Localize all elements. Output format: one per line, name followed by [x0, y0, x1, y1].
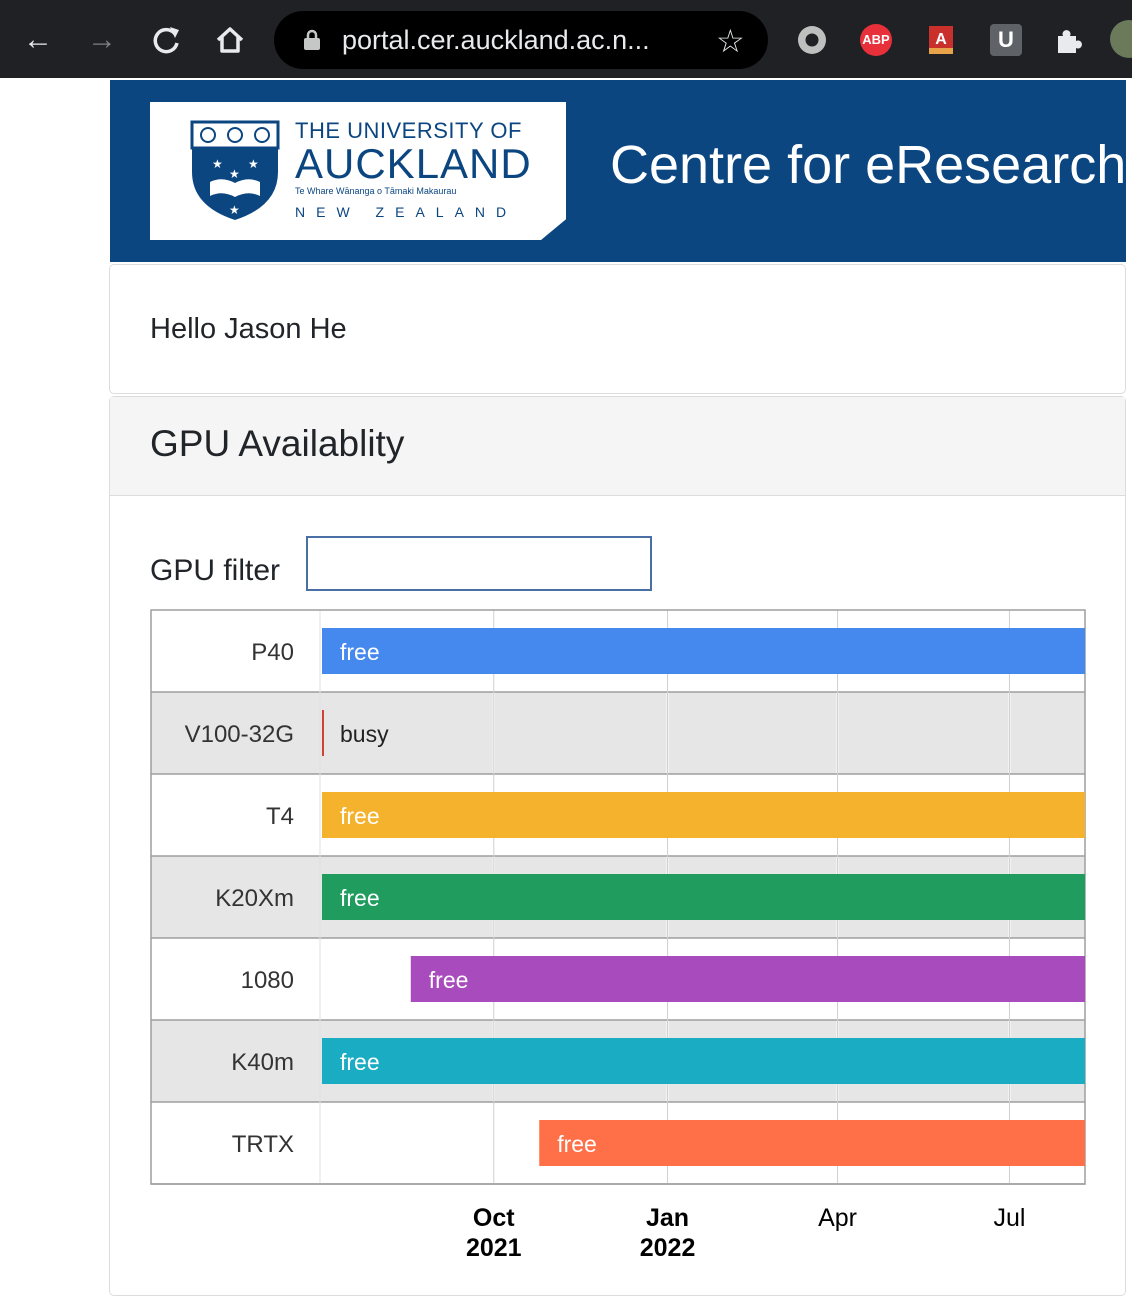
browser-toolbar: ← → portal.cer.auckland.ac.n... ☆ ABP A …: [0, 0, 1132, 78]
logo-line-4: NEW ZEALAND: [295, 204, 518, 220]
gpu-status-label: free: [340, 639, 380, 665]
profile-avatar[interactable]: [1110, 20, 1132, 58]
record-icon[interactable]: [796, 24, 828, 56]
gpu-status-label: free: [340, 1049, 380, 1075]
greeting-card: Hello Jason He: [109, 264, 1126, 394]
x-tick-label: Apr: [818, 1204, 857, 1232]
svg-text:★: ★: [248, 157, 259, 171]
x-tick-year-label: 2021: [466, 1234, 522, 1262]
gpu-filter-label: GPU filter: [150, 554, 281, 587]
gpu-status-label: free: [429, 967, 469, 993]
gpu-availability-bar[interactable]: [322, 874, 1085, 920]
x-tick-label: Jul: [993, 1204, 1025, 1232]
gpu-row-label: K40m: [231, 1049, 294, 1076]
gpu-availability-bar[interactable]: [322, 628, 1085, 674]
x-tick-label: Jan: [646, 1204, 689, 1232]
gpu-availability-bar[interactable]: [410, 956, 1085, 1002]
back-icon[interactable]: ←: [20, 22, 56, 58]
gpu-row-label: P40: [251, 639, 294, 666]
site-title: Centre for eResearch: [610, 135, 1126, 195]
svg-text:★: ★: [229, 203, 240, 217]
gpu-status-label: free: [340, 885, 380, 911]
home-icon[interactable]: [212, 22, 248, 58]
svg-text:★: ★: [229, 167, 240, 181]
university-crest-icon: ★ ★ ★ ★: [190, 120, 280, 220]
gpu-row-label: V100-32G: [185, 721, 294, 748]
greeting-text: Hello Jason He: [150, 313, 347, 345]
gpu-status-label: busy: [340, 721, 389, 747]
x-tick-year-label: 2022: [640, 1234, 696, 1262]
gpu-availability-bar[interactable]: [322, 710, 324, 756]
gpu-status-label: free: [340, 803, 380, 829]
gpu-availability-bar[interactable]: [322, 1038, 1085, 1084]
svg-text:★: ★: [212, 157, 223, 171]
gpu-filter-input[interactable]: [306, 536, 652, 591]
logo-line-2: AUCKLAND: [295, 140, 532, 187]
forward-icon[interactable]: →: [84, 22, 120, 58]
gpu-row-label: T4: [266, 803, 294, 830]
lock-icon: [304, 29, 320, 50]
gpu-row-label: TRTX: [232, 1131, 294, 1158]
x-tick-label: Oct: [473, 1204, 515, 1232]
gpu-availability-bar[interactable]: [539, 1120, 1085, 1166]
u-extension-icon[interactable]: U: [990, 24, 1022, 56]
address-bar[interactable]: portal.cer.auckland.ac.n... ☆: [274, 11, 768, 69]
gpu-row-label: K20Xm: [215, 885, 294, 912]
gpu-availability-bar[interactable]: [322, 792, 1085, 838]
gpu-status-label: free: [557, 1131, 597, 1157]
puzzle-icon[interactable]: [1052, 24, 1084, 56]
svg-text:A: A: [935, 31, 947, 48]
university-logo[interactable]: ★ ★ ★ ★ THE UNIVERSITY OF AUCKLAND Te Wh…: [150, 102, 566, 240]
pdf-extension-icon[interactable]: A: [926, 24, 958, 56]
gpu-card-header: GPU Availablity: [110, 397, 1125, 496]
url-text[interactable]: portal.cer.auckland.ac.n...: [342, 25, 650, 56]
site-header: ★ ★ ★ ★ THE UNIVERSITY OF AUCKLAND Te Wh…: [110, 80, 1126, 262]
gpu-panel-title: GPU Availablity: [150, 423, 405, 464]
logo-line-3: Te Whare Wānanga o Tāmaki Makaurau: [295, 186, 457, 196]
adblock-icon[interactable]: ABP: [860, 24, 892, 56]
reload-icon[interactable]: [148, 22, 184, 58]
gpu-row-label: 1080: [241, 967, 294, 994]
bookmark-star-icon[interactable]: ☆: [716, 22, 745, 60]
